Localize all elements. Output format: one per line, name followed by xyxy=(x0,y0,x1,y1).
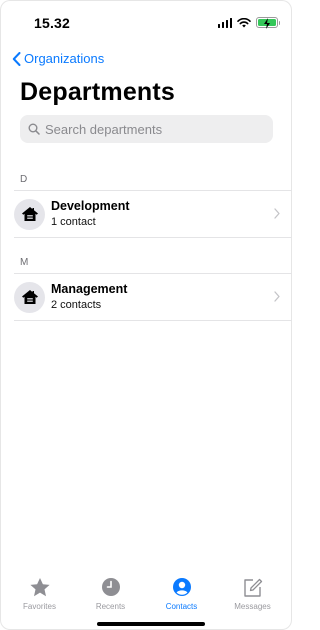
section-header-d: D xyxy=(20,174,28,185)
status-bar: 15.32 xyxy=(0,0,292,44)
tab-messages[interactable]: Messages xyxy=(218,570,288,630)
page-title: Departments xyxy=(20,78,176,106)
wifi-icon xyxy=(237,17,251,27)
chevron-right-icon xyxy=(274,291,280,302)
tab-favorites[interactable]: Favorites xyxy=(5,570,75,630)
section-header-m: M xyxy=(20,257,29,268)
contact-count: 2 contacts xyxy=(51,299,102,311)
tab-label: Messages xyxy=(234,602,271,611)
person-circle-icon xyxy=(172,578,191,596)
search-icon xyxy=(28,123,40,135)
search-input[interactable] xyxy=(45,121,260,137)
avatar xyxy=(14,198,45,230)
clock-icon xyxy=(101,578,120,596)
star-icon xyxy=(29,577,50,596)
contact-count: 1 contact xyxy=(51,216,96,228)
status-icons xyxy=(217,17,280,29)
divider xyxy=(14,320,292,321)
chevron-right-icon xyxy=(274,208,280,219)
tab-contacts[interactable]: Contacts xyxy=(147,570,217,630)
battery-icon xyxy=(256,17,280,29)
building-icon xyxy=(21,207,38,221)
tab-label: Contacts xyxy=(165,602,198,611)
avatar xyxy=(14,281,45,313)
home-indicator[interactable] xyxy=(97,622,205,626)
cellular-signal-icon xyxy=(217,17,232,28)
back-button-label: Organizations xyxy=(24,51,105,66)
tab-label: Favorites xyxy=(23,602,56,611)
phone-screen: 15.32 Organizations Departments Search d… xyxy=(0,0,292,630)
department-name: Development xyxy=(51,199,130,213)
search-bar[interactable] xyxy=(20,115,273,143)
list-item-development[interactable]: Development 1 contact xyxy=(0,191,292,237)
department-name: Management xyxy=(51,282,128,296)
back-button[interactable]: Organizations xyxy=(12,51,104,66)
tab-label: Recents xyxy=(95,602,126,611)
chevron-left-icon xyxy=(12,51,21,66)
tab-bar: Favorites Recents Contacts Messages xyxy=(0,570,292,630)
compose-icon xyxy=(243,578,262,597)
list-item-management[interactable]: Management 2 contacts xyxy=(0,274,292,320)
status-time: 15.32 xyxy=(34,15,71,31)
building-icon xyxy=(21,290,38,304)
divider xyxy=(14,237,292,238)
tab-recents[interactable]: Recents xyxy=(76,570,146,630)
